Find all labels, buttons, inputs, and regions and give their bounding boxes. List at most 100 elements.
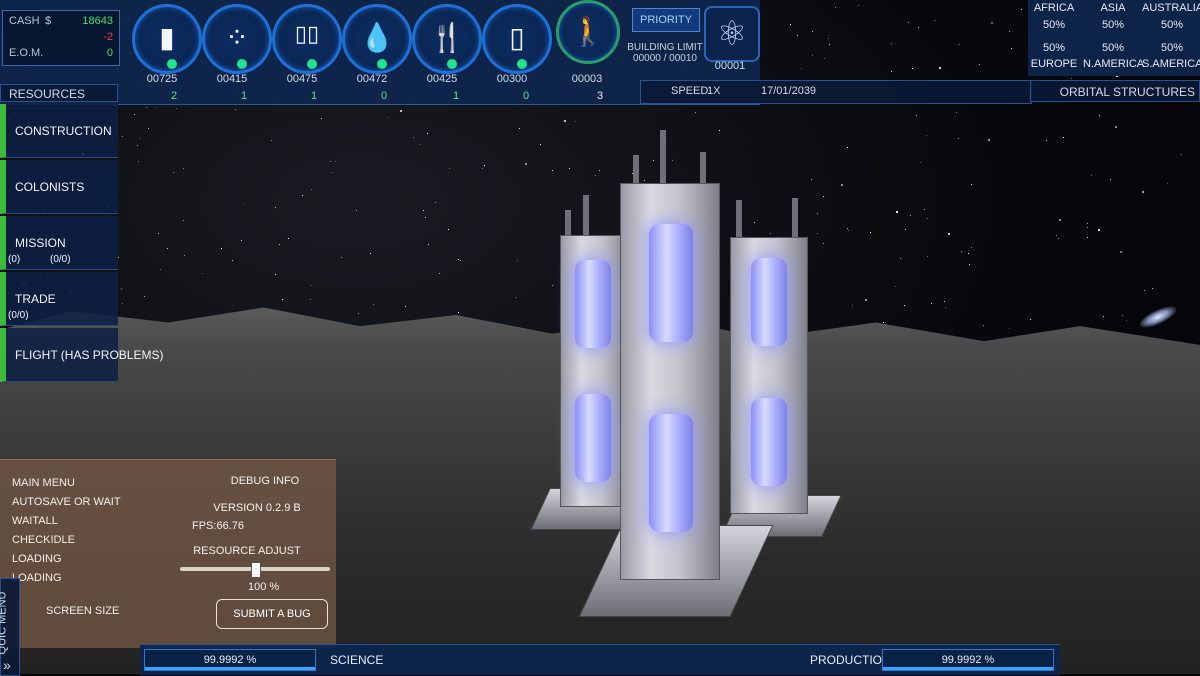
star bbox=[823, 243, 824, 244]
menu-label: COLONISTS bbox=[15, 180, 85, 194]
star bbox=[279, 244, 280, 245]
menu-label: FLIGHT (HAS PROBLEMS) bbox=[15, 348, 164, 362]
star bbox=[176, 108, 177, 109]
menu-colonists[interactable]: COLONISTS bbox=[0, 160, 118, 214]
oxygen-tanks-icon[interactable]: ▯▯ bbox=[272, 4, 342, 74]
star bbox=[373, 304, 374, 305]
star bbox=[770, 233, 771, 234]
menu-trade[interactable]: TRADE (0/0) bbox=[0, 272, 118, 326]
star bbox=[173, 172, 174, 173]
battery-icon[interactable]: ▮ bbox=[132, 4, 202, 74]
slider-knob[interactable] bbox=[251, 562, 261, 578]
star bbox=[828, 38, 829, 39]
star bbox=[969, 264, 970, 265]
resource-change: 2 bbox=[170, 90, 178, 102]
star bbox=[959, 44, 960, 45]
expand-arrows-icon: » bbox=[3, 657, 11, 673]
star bbox=[1098, 229, 1100, 231]
colonist-icon[interactable]: 🚶 bbox=[556, 0, 620, 64]
region-pct: 50% bbox=[1042, 42, 1066, 54]
star bbox=[908, 22, 909, 23]
star bbox=[356, 210, 357, 211]
star bbox=[275, 207, 276, 208]
ore-icon[interactable]: ⁘ bbox=[202, 4, 272, 74]
star bbox=[599, 170, 600, 171]
science-label[interactable]: SCIENCE bbox=[330, 649, 383, 671]
star bbox=[1103, 316, 1104, 317]
menu-mission[interactable]: MISSION (0) (0/0) bbox=[0, 216, 118, 270]
cash-panel: CASH $ 18643 -2 E.O.M. 0 bbox=[2, 10, 120, 66]
cash-label: CASH bbox=[9, 15, 40, 27]
region-name: EUROPE bbox=[1030, 58, 1078, 70]
star bbox=[137, 145, 138, 146]
resource-amount: 00725 bbox=[146, 73, 178, 85]
cash-delta: -2 bbox=[103, 31, 113, 43]
resource-amount: 00472 bbox=[356, 73, 388, 85]
energy-core bbox=[649, 224, 693, 342]
star bbox=[1144, 290, 1145, 291]
building-limit-value: 00000 / 00010 bbox=[633, 53, 697, 64]
star bbox=[1058, 238, 1059, 239]
star bbox=[817, 213, 818, 214]
debug-main-menu[interactable]: MAIN MENU bbox=[12, 477, 75, 489]
star bbox=[121, 288, 122, 289]
star bbox=[330, 161, 331, 162]
star bbox=[235, 109, 236, 110]
debug-autosave[interactable]: AUTOSAVE OR WAIT bbox=[12, 496, 121, 508]
orbital-structures-tab[interactable]: ORBITAL STRUCTURES bbox=[1030, 80, 1200, 102]
star bbox=[790, 24, 791, 25]
debug-checkidle[interactable]: CHECKIDLE bbox=[12, 534, 75, 546]
resources-tab[interactable]: RESOURCES bbox=[0, 84, 118, 102]
science-percent: 99.9992 % bbox=[203, 654, 257, 666]
star bbox=[927, 218, 928, 219]
star bbox=[852, 305, 853, 306]
star bbox=[801, 68, 802, 69]
star bbox=[971, 247, 972, 248]
speed-value[interactable]: 1X bbox=[707, 85, 720, 97]
star bbox=[644, 180, 645, 181]
star bbox=[335, 161, 336, 162]
star bbox=[968, 253, 969, 254]
production-label[interactable]: PRODUCTION bbox=[810, 649, 891, 671]
tower-right bbox=[730, 237, 808, 514]
resource-change: 1 bbox=[452, 90, 460, 102]
star bbox=[271, 140, 272, 141]
science-progress: 99.9992 % bbox=[144, 649, 316, 671]
star bbox=[926, 135, 927, 136]
priority-button[interactable]: PRIORITY bbox=[632, 8, 700, 32]
star bbox=[1142, 191, 1144, 193]
star bbox=[927, 256, 928, 257]
eom-value: 0 bbox=[106, 47, 113, 59]
star bbox=[1099, 115, 1100, 116]
star bbox=[241, 240, 242, 241]
energy-core bbox=[649, 414, 693, 532]
star bbox=[595, 175, 596, 176]
menu-construction[interactable]: CONSTRUCTION bbox=[0, 104, 118, 158]
fuel-canister-icon[interactable]: ▯ bbox=[482, 4, 552, 74]
resource-adjust-slider[interactable] bbox=[180, 562, 330, 578]
quick-menu-tab[interactable]: QUIC MENU » bbox=[0, 578, 20, 676]
star bbox=[847, 147, 848, 148]
star bbox=[484, 165, 485, 166]
currency-symbol: $ bbox=[45, 15, 52, 27]
star bbox=[1091, 175, 1092, 176]
food-cutlery-icon[interactable]: 🍴 bbox=[412, 4, 482, 74]
star bbox=[122, 136, 123, 137]
water-drop-icon[interactable]: 💧 bbox=[342, 4, 412, 74]
region-name: AUSTRALIA bbox=[1142, 2, 1200, 14]
menu-flight[interactable]: FLIGHT (HAS PROBLEMS) bbox=[0, 328, 163, 382]
star bbox=[221, 248, 222, 249]
atom-icon[interactable]: ⚛ bbox=[704, 6, 760, 62]
version-text: VERSION 0.2.9 B bbox=[213, 502, 301, 514]
star bbox=[1021, 9, 1022, 10]
star bbox=[944, 301, 945, 302]
star bbox=[870, 232, 871, 233]
star bbox=[904, 305, 905, 306]
debug-waitall[interactable]: WAITALL bbox=[12, 515, 58, 527]
star bbox=[858, 5, 859, 6]
star bbox=[370, 253, 371, 254]
star bbox=[148, 128, 149, 129]
tower-center bbox=[620, 183, 720, 580]
submit-bug-button[interactable]: SUBMIT A BUG bbox=[216, 599, 328, 629]
screen-size-option[interactable]: SCREEN SIZE bbox=[46, 605, 119, 617]
